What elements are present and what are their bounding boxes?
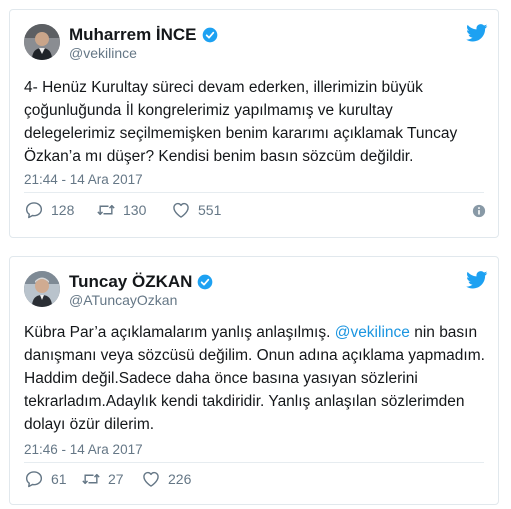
like-button[interactable]: 226: [141, 469, 191, 489]
divider: [24, 192, 484, 193]
reply-button[interactable]: 61: [24, 469, 67, 489]
verified-badge-icon: [198, 274, 213, 290]
tweet-header: Muharrem İNCE @vekilince: [24, 22, 488, 66]
divider: [24, 462, 484, 463]
heart-icon: [143, 471, 159, 487]
author-name[interactable]: Muharrem İNCE: [69, 25, 197, 45]
mention-link[interactable]: @vekilince: [335, 324, 410, 341]
tweet-card-2[interactable]: Tuncay ÖZKAN @ATuncayOzkan Kübra Par’a a…: [9, 256, 499, 505]
reply-count: 128: [51, 202, 75, 218]
name-row: Muharrem İNCE: [69, 25, 218, 45]
name-row: Tuncay ÖZKAN: [69, 272, 213, 292]
twitter-bird-icon[interactable]: [466, 271, 488, 289]
tweet-text: 4- Henüz Kurultay süreci devam ederken, …: [24, 79, 458, 165]
retweet-button[interactable]: 27: [81, 469, 124, 489]
heart-icon: [173, 202, 189, 218]
like-button[interactable]: 551: [171, 200, 221, 220]
verified-badge-icon: [202, 27, 217, 43]
retweet-count: 27: [108, 471, 124, 487]
tweet-timestamp[interactable]: 21:44 - 14 Ara 2017: [24, 172, 143, 187]
tweet-text-part: Kübra Par’a açıklamalarım yanlış anlaşıl…: [24, 324, 335, 341]
author-handle[interactable]: @vekilince: [69, 45, 137, 61]
tweet-actions: 128 130 551: [24, 200, 486, 224]
retweet-button[interactable]: 130: [96, 200, 146, 220]
twitter-bird-icon[interactable]: [466, 24, 488, 42]
reply-count: 61: [51, 471, 67, 487]
retweet-icon: [97, 204, 115, 216]
info-icon[interactable]: [472, 204, 486, 218]
retweet-icon: [82, 473, 100, 485]
tweet-card-1[interactable]: Muharrem İNCE @vekilince 4- Henüz Kurult…: [9, 9, 499, 238]
author-handle[interactable]: @ATuncayOzkan: [69, 292, 177, 308]
retweet-count: 130: [123, 202, 147, 218]
avatar[interactable]: [24, 271, 60, 307]
author-name[interactable]: Tuncay ÖZKAN: [69, 272, 192, 292]
like-count: 226: [168, 471, 192, 487]
tweet-header: Tuncay ÖZKAN @ATuncayOzkan: [24, 269, 488, 313]
reply-icon: [25, 471, 43, 488]
reply-icon: [25, 202, 43, 219]
avatar[interactable]: [24, 24, 60, 60]
tweet-text: Kübra Par’a açıklamalarım yanlış anlaşıl…: [24, 321, 486, 436]
tweet-actions: 61 27 226: [24, 469, 484, 493]
like-count: 551: [198, 202, 222, 218]
reply-button[interactable]: 128: [24, 200, 74, 220]
tweet-timestamp[interactable]: 21:46 - 14 Ara 2017: [24, 442, 143, 457]
